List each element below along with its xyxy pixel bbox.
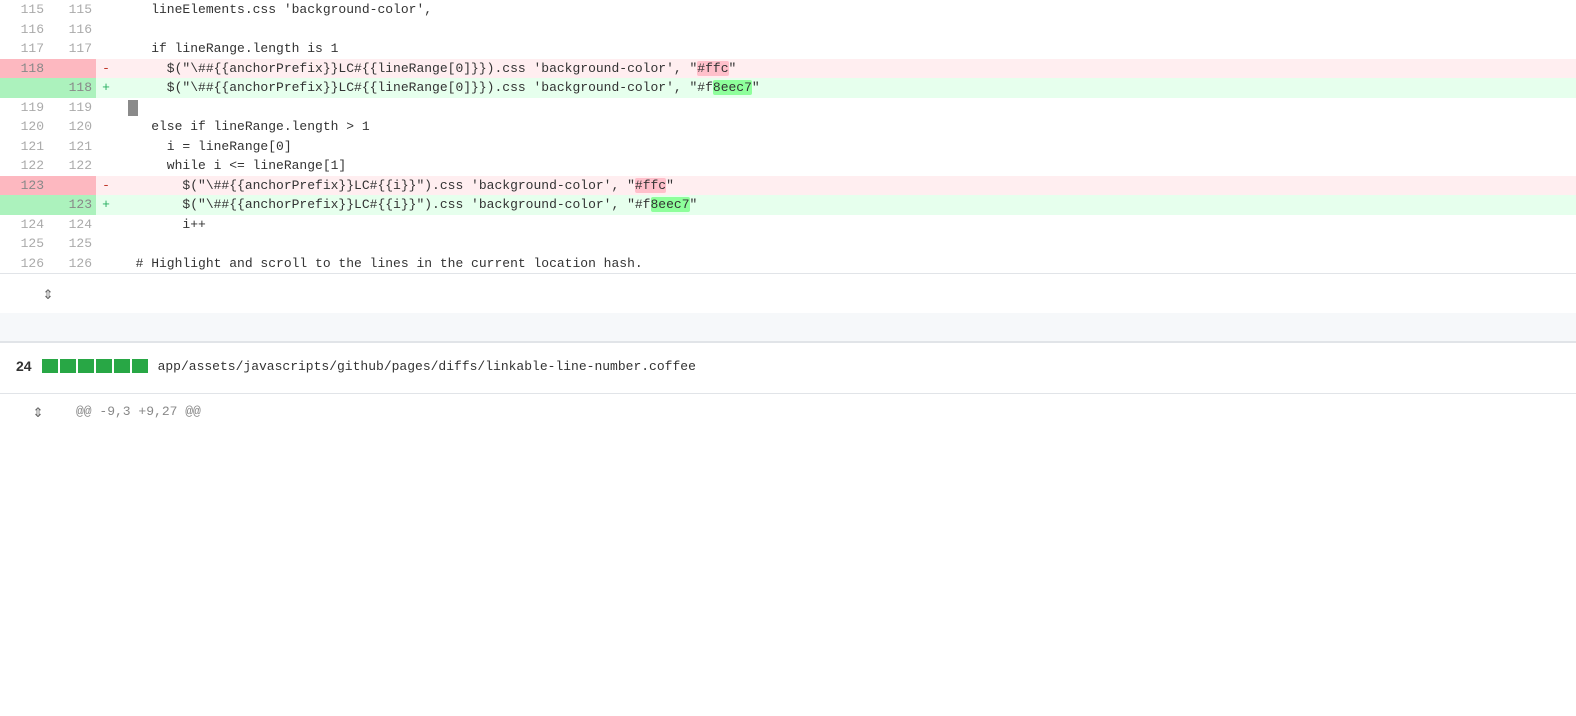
line-code: $("\##{{anchorPrefix}}LC#{{lineRange[0]}… [116, 59, 1576, 79]
table-row: 118 + $("\##{{anchorPrefix}}LC#{{lineRan… [0, 78, 1576, 98]
diff-table: 115 115 lineElements.css 'background-col… [0, 0, 1576, 273]
diff-container: 115 115 lineElements.css 'background-col… [0, 0, 1576, 429]
stat-block-1 [42, 359, 58, 373]
line-code: if lineRange.length is 1 [116, 39, 1576, 59]
line-code: # Highlight and scroll to the lines in t… [116, 254, 1576, 274]
line-num-new[interactable]: 126 [48, 254, 96, 274]
table-row: 117 117 if lineRange.length is 1 [0, 39, 1576, 59]
file-path[interactable]: app/assets/javascripts/github/pages/diff… [158, 359, 696, 374]
line-code: $("\##{{anchorPrefix}}LC#{{i}}").css 'ba… [116, 176, 1576, 196]
table-row: 116 116 [0, 20, 1576, 40]
highlight-red: #ffc [697, 61, 728, 76]
file-header: 24 app/assets/javascripts/github/pages/d… [0, 341, 1576, 389]
line-marker [96, 156, 116, 176]
line-code: $("\##{{anchorPrefix}}LC#{{i}}").css 'ba… [116, 195, 1576, 215]
expand-icon[interactable]: ⇕ [0, 274, 96, 314]
line-num-new[interactable]: 120 [48, 117, 96, 137]
line-num-new[interactable] [48, 59, 96, 79]
line-num-old[interactable] [0, 195, 48, 215]
line-code [116, 98, 1576, 118]
line-marker-deleted: - [96, 176, 116, 196]
stat-block-2 [60, 359, 76, 373]
line-num-new[interactable]: 121 [48, 137, 96, 157]
table-row: 115 115 lineElements.css 'background-col… [0, 0, 1576, 20]
stat-block-6 [132, 359, 148, 373]
line-marker-deleted: - [96, 59, 116, 79]
diff-stat-bar [42, 359, 148, 373]
table-row: 122 122 while i <= lineRange[1] [0, 156, 1576, 176]
line-marker [96, 254, 116, 274]
line-num-new[interactable]: 117 [48, 39, 96, 59]
line-code: while i <= lineRange[1] [116, 156, 1576, 176]
line-marker [96, 234, 116, 254]
line-num-old[interactable]: 120 [0, 117, 48, 137]
line-num-old[interactable]: 123 [0, 176, 48, 196]
table-row: 125 125 [0, 234, 1576, 254]
table-row: 118 - $("\##{{anchorPrefix}}LC#{{lineRan… [0, 59, 1576, 79]
line-num-old[interactable]: 116 [0, 20, 48, 40]
line-code: lineElements.css 'background-color', [116, 0, 1576, 20]
line-code [116, 20, 1576, 40]
line-num-old[interactable]: 119 [0, 98, 48, 118]
table-row: 121 121 i = lineRange[0] [0, 137, 1576, 157]
line-marker [96, 117, 116, 137]
line-num-old[interactable]: 121 [0, 137, 48, 157]
line-num-old[interactable]: 124 [0, 215, 48, 235]
table-row: 126 126 # Highlight and scroll to the li… [0, 254, 1576, 274]
line-num-old[interactable]: 122 [0, 156, 48, 176]
highlight-green: 8eec7 [713, 80, 752, 95]
line-num-old[interactable]: 117 [0, 39, 48, 59]
file-number: 24 [16, 358, 32, 374]
line-code: i = lineRange[0] [116, 137, 1576, 157]
line-code: i++ [116, 215, 1576, 235]
line-code: else if lineRange.length > 1 [116, 117, 1576, 137]
highlight-green: 8eec7 [651, 197, 690, 212]
line-code: $("\##{{anchorPrefix}}LC#{{lineRange[0]}… [116, 78, 1576, 98]
table-row: 120 120 else if lineRange.length > 1 [0, 117, 1576, 137]
line-num-new[interactable]: 116 [48, 20, 96, 40]
line-num-new[interactable]: 118 [48, 78, 96, 98]
line-num-old[interactable] [0, 78, 48, 98]
section-spacer [0, 313, 1576, 341]
line-num-new[interactable]: 119 [48, 98, 96, 118]
line-marker-added: + [96, 195, 116, 215]
expand-row[interactable]: ⇕ [0, 273, 1576, 313]
line-num-new[interactable] [48, 176, 96, 196]
table-row: 119 119 [0, 98, 1576, 118]
line-marker-added: + [96, 78, 116, 98]
line-marker [96, 20, 116, 40]
stat-block-5 [114, 359, 130, 373]
hunk-header: ⇕ @@ -9,3 +9,27 @@ [0, 393, 1576, 429]
line-code [116, 234, 1576, 254]
stat-block-3 [78, 359, 94, 373]
line-marker [96, 137, 116, 157]
table-row: 124 124 i++ [0, 215, 1576, 235]
line-num-new[interactable]: 115 [48, 0, 96, 20]
line-num-new[interactable]: 123 [48, 195, 96, 215]
line-marker [96, 98, 116, 118]
table-row: 123 + $("\##{{anchorPrefix}}LC#{{i}}").c… [0, 195, 1576, 215]
hunk-expand-icon[interactable]: ⇕ [8, 401, 68, 423]
text-cursor [128, 100, 138, 116]
line-num-new[interactable]: 122 [48, 156, 96, 176]
line-marker [96, 39, 116, 59]
line-num-old[interactable]: 126 [0, 254, 48, 274]
hunk-info: @@ -9,3 +9,27 @@ [76, 404, 201, 419]
line-marker [96, 0, 116, 20]
table-row: 123 - $("\##{{anchorPrefix}}LC#{{i}}").c… [0, 176, 1576, 196]
line-num-old[interactable]: 115 [0, 0, 48, 20]
stat-block-4 [96, 359, 112, 373]
highlight-red: #ffc [635, 178, 666, 193]
line-num-old[interactable]: 118 [0, 59, 48, 79]
line-num-new[interactable]: 125 [48, 234, 96, 254]
line-num-old[interactable]: 125 [0, 234, 48, 254]
line-marker [96, 215, 116, 235]
line-num-new[interactable]: 124 [48, 215, 96, 235]
